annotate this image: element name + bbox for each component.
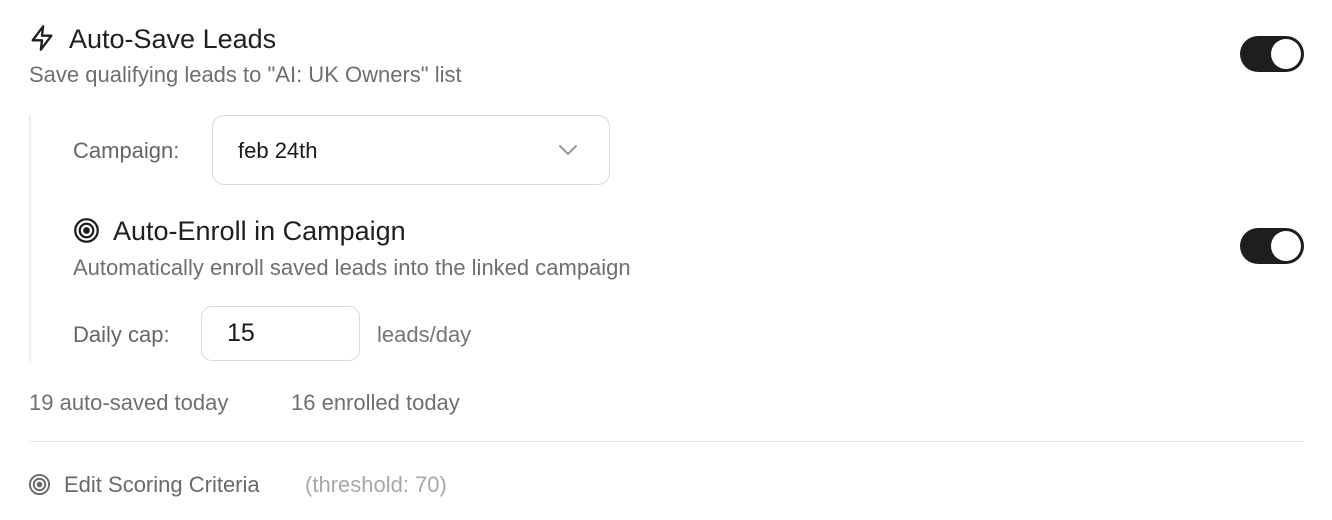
chevron-down-icon: [559, 145, 577, 155]
auto-saved-count: 19 auto-saved today: [29, 390, 229, 415]
threshold-text: (threshold: 70): [305, 472, 447, 497]
campaign-select-value: feb 24th: [238, 138, 318, 163]
daily-cap-unit: leads/day: [377, 322, 472, 347]
target-icon: [74, 218, 99, 243]
auto-save-section: Auto-Save Leads Save qualifying leads to…: [0, 0, 1332, 520]
auto-enroll-description: Automatically enroll saved leads into th…: [73, 255, 631, 280]
nested-settings-rail: [29, 115, 31, 362]
edit-scoring-label: Edit Scoring Criteria: [64, 472, 260, 497]
auto-enroll-toggle[interactable]: [1240, 228, 1304, 264]
section-divider: [29, 441, 1304, 442]
daily-cap-label: Daily cap:: [73, 322, 170, 347]
campaign-select[interactable]: feb 24th: [212, 115, 610, 185]
bolt-icon: [31, 25, 53, 51]
enrolled-count: 16 enrolled today: [291, 390, 460, 415]
auto-save-toggle[interactable]: [1240, 36, 1304, 72]
campaign-label: Campaign:: [73, 138, 180, 163]
auto-save-title: Auto-Save Leads: [69, 24, 277, 54]
auto-enroll-title: Auto-Enroll in Campaign: [113, 216, 406, 246]
target-icon: [28, 473, 51, 496]
auto-save-description: Save qualifying leads to "AI: UK Owners"…: [29, 62, 462, 87]
toggle-knob: [1271, 231, 1301, 261]
daily-cap-input[interactable]: [201, 306, 360, 361]
toggle-knob: [1271, 39, 1301, 69]
